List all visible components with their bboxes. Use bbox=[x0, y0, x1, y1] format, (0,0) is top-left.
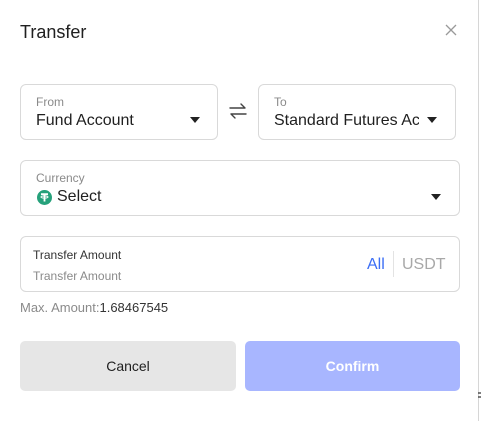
amount-unit: USDT bbox=[402, 256, 446, 273]
confirm-button[interactable]: Confirm bbox=[245, 341, 460, 391]
divider bbox=[393, 251, 394, 277]
currency-select[interactable]: Currency Select bbox=[20, 160, 460, 216]
currency-label: Currency bbox=[36, 171, 85, 185]
from-account-select[interactable]: From Fund Account bbox=[20, 84, 218, 140]
chevron-down-icon bbox=[190, 117, 200, 123]
transfer-amount-field: Transfer Amount All USDT bbox=[20, 236, 460, 292]
max-amount: Max. Amount:1.68467545 bbox=[20, 300, 168, 315]
close-icon[interactable] bbox=[441, 20, 461, 40]
chevron-down-icon bbox=[427, 117, 437, 123]
swap-icon[interactable] bbox=[228, 101, 248, 121]
dialog-title: Transfer bbox=[20, 22, 87, 42]
tether-icon bbox=[37, 190, 52, 205]
currency-value: Select bbox=[57, 188, 102, 205]
to-account-select[interactable]: To Standard Futures Account bbox=[258, 84, 456, 140]
max-amount-label: Max. Amount: bbox=[20, 300, 100, 315]
transfer-dialog: Transfer From Fund Account To Standard F… bbox=[0, 0, 479, 421]
all-button[interactable]: All bbox=[367, 256, 385, 274]
from-label: From bbox=[36, 95, 64, 109]
from-value: Fund Account bbox=[36, 112, 134, 129]
transfer-amount-input[interactable] bbox=[33, 267, 333, 285]
max-amount-value: 1.68467545 bbox=[99, 300, 169, 315]
to-label: To bbox=[274, 95, 287, 109]
scrollbar-edge bbox=[478, 389, 482, 399]
chevron-down-icon bbox=[431, 194, 441, 200]
to-value: Standard Futures Account bbox=[274, 112, 422, 129]
amount-label: Transfer Amount bbox=[33, 248, 122, 262]
cancel-button[interactable]: Cancel bbox=[20, 341, 236, 391]
